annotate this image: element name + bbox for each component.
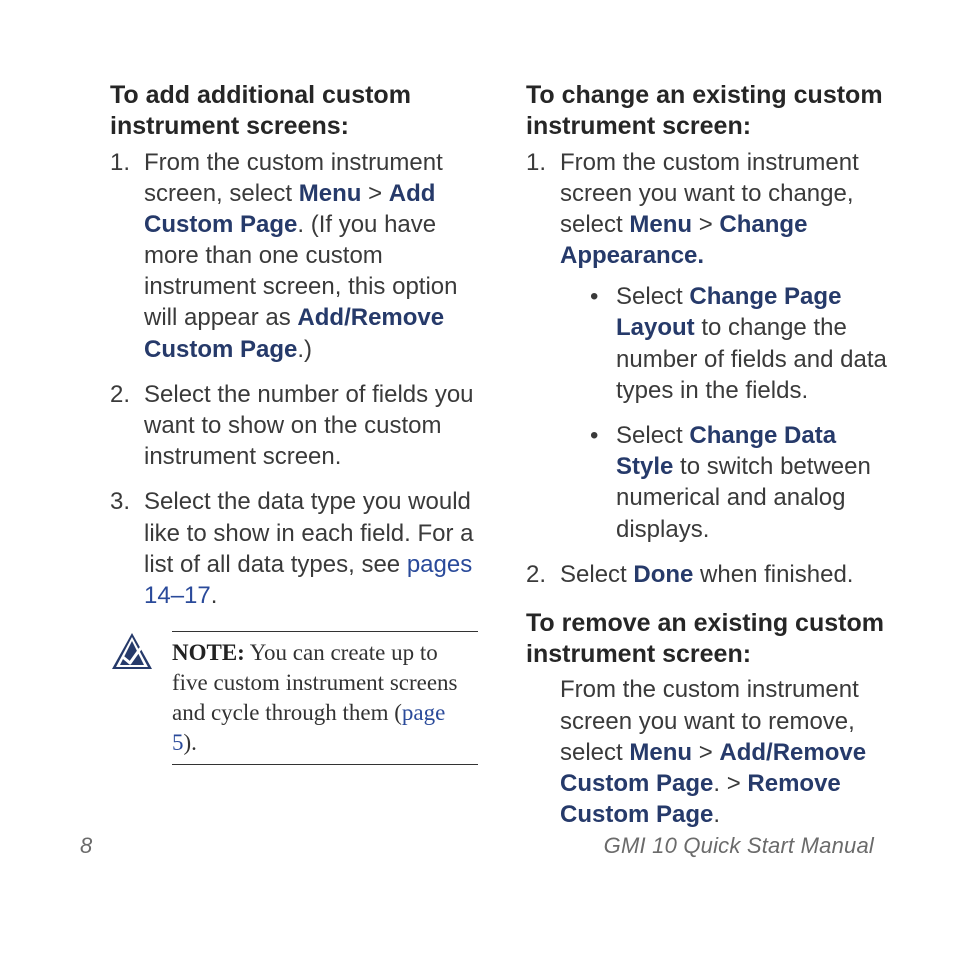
- remove-instruction: From the custom instrument screen you wa…: [526, 674, 894, 830]
- text: Select: [560, 561, 633, 588]
- note-label: NOTE:: [172, 640, 245, 665]
- heading-change-custom-screen: To change an existing custom instrument …: [526, 80, 894, 143]
- substeps-change: Select Change Page Layout to change the …: [560, 281, 894, 545]
- subitem-change-page-layout: Select Change Page Layout to change the …: [590, 281, 894, 406]
- text: ).: [184, 730, 197, 755]
- manual-title-footer: GMI 10 Quick Start Manual: [604, 833, 874, 859]
- heading-remove-custom-screen: To remove an existing custom instrument …: [526, 608, 894, 671]
- step-2: Select the number of fields you want to …: [110, 379, 478, 473]
- heading-add-custom-screens: To add additional custom instrument scre…: [110, 80, 478, 143]
- ui-term-menu: Menu: [299, 180, 362, 207]
- text: Select: [616, 422, 689, 449]
- step-1: From the custom instrument screen you wa…: [526, 147, 894, 545]
- page-number: 8: [80, 833, 92, 859]
- subitem-change-data-style: Select Change Data Style to switch betwe…: [590, 420, 894, 545]
- step-3: Select the data type you would like to s…: [110, 486, 478, 611]
- text: .: [713, 801, 720, 828]
- ui-term-done: Done: [633, 561, 693, 588]
- text: >: [692, 739, 719, 766]
- step-1: From the custom instrument screen, selec…: [110, 147, 478, 365]
- text: Select: [616, 283, 689, 310]
- steps-change-custom: From the custom instrument screen you wa…: [526, 147, 894, 590]
- text: .): [297, 336, 312, 363]
- checkmark-triangle-icon: [110, 631, 154, 671]
- note-text: NOTE: You can create up to five custom i…: [172, 631, 478, 765]
- left-column: To add additional custom instrument scre…: [110, 80, 478, 844]
- note-block: NOTE: You can create up to five custom i…: [110, 631, 478, 765]
- ui-term-menu: Menu: [629, 211, 692, 238]
- text: when finished.: [693, 561, 853, 588]
- step-2: Select Done when finished.: [526, 559, 894, 590]
- ui-term-menu: Menu: [629, 739, 692, 766]
- steps-add-custom: From the custom instrument screen, selec…: [110, 147, 478, 612]
- right-column: To change an existing custom instrument …: [526, 80, 894, 844]
- manual-page: To add additional custom instrument scre…: [0, 0, 954, 844]
- text: >: [361, 180, 388, 207]
- text: >: [692, 211, 719, 238]
- text: .: [211, 582, 218, 609]
- text: . >: [713, 770, 747, 797]
